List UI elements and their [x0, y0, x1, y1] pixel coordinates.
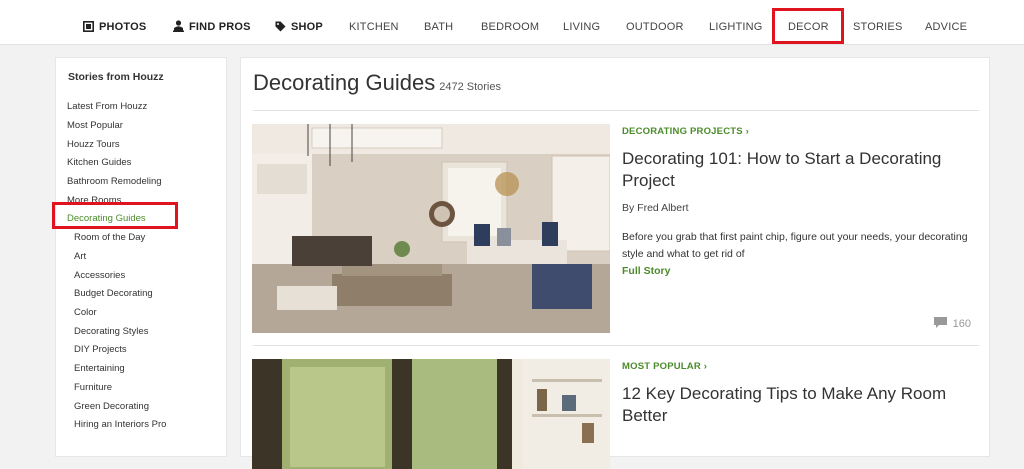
sidebar-subitem-room-of-the-day[interactable]: Room of the Day: [74, 232, 145, 243]
story-2-category[interactable]: MOST POPULAR ›: [622, 361, 707, 372]
nav-find-pros[interactable]: FIND PROS: [172, 0, 251, 44]
nav-kitchen[interactable]: KITCHEN: [349, 0, 399, 44]
story-1-category[interactable]: DECORATING PROJECTS ›: [622, 126, 749, 137]
story-1-comments[interactable]: 160: [933, 317, 971, 330]
sidebar-title: Stories from Houzz: [68, 71, 164, 83]
nav-stories[interactable]: STORIES: [853, 0, 903, 44]
story-1-image[interactable]: [252, 124, 610, 333]
sidebar-subitem-green-decorating[interactable]: Green Decorating: [74, 401, 149, 412]
story-divider: [253, 345, 979, 346]
photos-icon: [82, 0, 94, 54]
page-title-text: Decorating Guides: [253, 70, 436, 95]
title-divider: [253, 110, 979, 111]
story-1-category-label: DECORATING PROJECTS: [622, 126, 743, 137]
person-icon: [172, 0, 184, 54]
sidebar-subitem-entertaining[interactable]: Entertaining: [74, 363, 125, 374]
main-content: Decorating Guides 2472 Stories DECORATIN…: [240, 57, 990, 469]
sidebar-item-houzz-tours[interactable]: Houzz Tours: [67, 139, 120, 150]
top-navigation: PHOTOS FIND PROS SHOP KITCHEN BATH BEDRO…: [0, 0, 1024, 45]
story-1-summary: Before you grab that first paint chip, f…: [622, 231, 968, 260]
nav-outdoor[interactable]: OUTDOOR: [626, 0, 684, 44]
sidebar-item-latest[interactable]: Latest From Houzz: [67, 101, 147, 112]
nav-lighting[interactable]: LIGHTING: [709, 0, 763, 44]
nav-bedroom[interactable]: BEDROOM: [481, 0, 539, 44]
nav-photos[interactable]: PHOTOS: [82, 0, 146, 44]
nav-photos-label: PHOTOS: [99, 21, 147, 33]
comment-icon: [933, 317, 947, 328]
story-1-full-story-link[interactable]: Full Story: [622, 265, 670, 277]
nav-bath[interactable]: BATH: [424, 0, 453, 44]
sidebar-item-most-popular[interactable]: Most Popular: [67, 120, 123, 131]
story-count: 2472 Stories: [439, 81, 501, 93]
sidebar-subitem-hiring-interiors-pro[interactable]: Hiring an Interiors Pro: [74, 419, 166, 430]
nav-find-pros-label: FIND PROS: [189, 21, 251, 33]
sidebar-item-bathroom-remodeling[interactable]: Bathroom Remodeling: [67, 176, 162, 187]
nav-shop-label: SHOP: [291, 21, 323, 33]
story-1-byline: By Fred Albert: [622, 202, 689, 214]
nav-living[interactable]: LIVING: [563, 0, 600, 44]
chevron-right-icon: ›: [700, 361, 708, 372]
sidebar-subitem-furniture[interactable]: Furniture: [74, 382, 112, 393]
sidebar-subitem-accessories[interactable]: Accessories: [74, 270, 125, 281]
story-1-title[interactable]: Decorating 101: How to Start a Decoratin…: [622, 148, 962, 192]
sidebar-item-kitchen-guides[interactable]: Kitchen Guides: [67, 157, 131, 168]
story-2-category-label: MOST POPULAR: [622, 361, 701, 372]
chevron-right-icon: ›: [742, 126, 750, 137]
stories-sidebar: Stories from Houzz Latest From Houzz Mos…: [55, 57, 227, 457]
story-1-comment-count: 160: [952, 318, 971, 330]
decor-highlight-box: [772, 8, 844, 44]
sidebar-subitem-color[interactable]: Color: [74, 307, 97, 318]
sidebar-subitem-diy-projects[interactable]: DIY Projects: [74, 344, 127, 355]
tag-icon: [274, 0, 286, 54]
page-title: Decorating Guides 2472 Stories: [253, 70, 501, 96]
sidebar-subitem-budget-decorating[interactable]: Budget Decorating: [74, 288, 153, 299]
sidebar-subitem-art[interactable]: Art: [74, 251, 86, 262]
nav-shop[interactable]: SHOP: [274, 0, 323, 44]
decorating-guides-highlight-box: [52, 202, 178, 229]
story-2-image[interactable]: [252, 359, 610, 469]
sidebar-subitem-decorating-styles[interactable]: Decorating Styles: [74, 326, 148, 337]
nav-advice[interactable]: ADVICE: [925, 0, 967, 44]
story-2-title[interactable]: 12 Key Decorating Tips to Make Any Room …: [622, 383, 962, 427]
